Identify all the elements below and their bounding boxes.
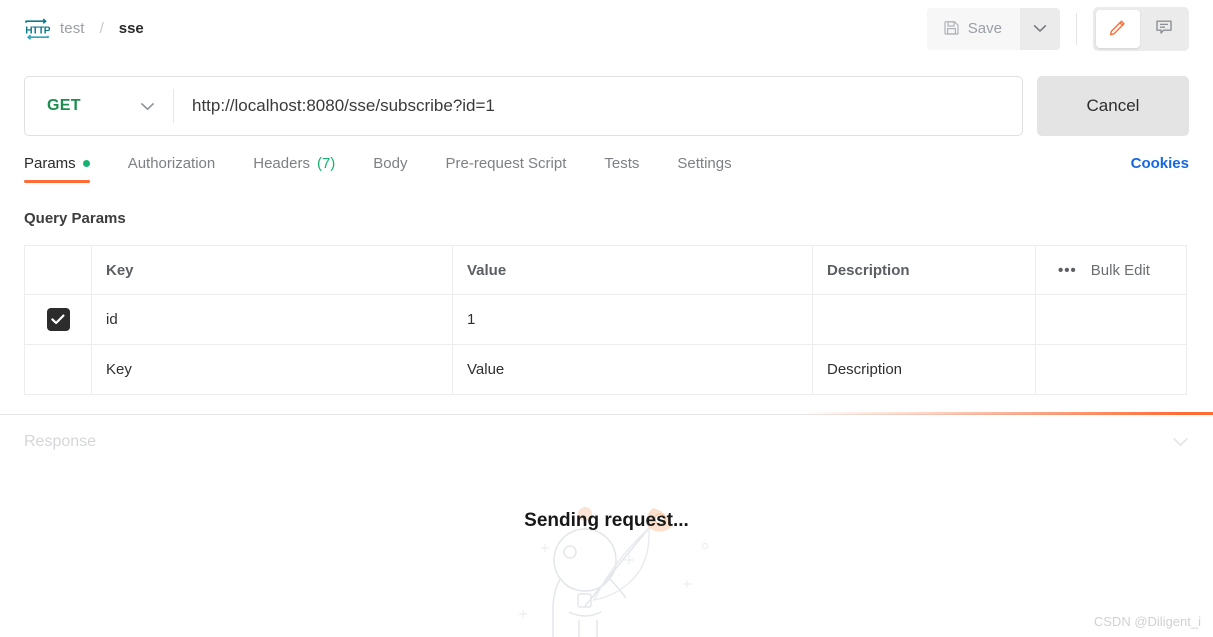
http-icon: HTTP bbox=[24, 16, 50, 42]
floppy-disk-icon bbox=[943, 19, 960, 39]
breadcrumb-collection[interactable]: test bbox=[60, 20, 85, 37]
comment-button[interactable] bbox=[1142, 10, 1186, 48]
table-header-row: Key Value Description ••• Bulk Edit bbox=[24, 245, 1187, 295]
table-row: id 1 bbox=[24, 294, 1187, 345]
tab-authorization[interactable]: Authorization bbox=[128, 155, 216, 183]
watermark: CSDN @Diligent_i bbox=[1093, 614, 1201, 629]
breadcrumb-separator: / bbox=[99, 20, 104, 37]
breadcrumb-request-name[interactable]: sse bbox=[119, 20, 144, 37]
save-button[interactable]: Save bbox=[926, 7, 1020, 50]
save-options-button[interactable] bbox=[1020, 7, 1060, 50]
row-checkbox-cell bbox=[24, 294, 92, 345]
postman-request-window: HTTP test / sse Save GET http://localhos… bbox=[0, 0, 1213, 637]
tab-body[interactable]: Body bbox=[373, 155, 407, 183]
url-input[interactable] bbox=[174, 96, 1022, 116]
header-description: Description bbox=[812, 245, 1036, 295]
breadcrumb: HTTP test / sse bbox=[0, 16, 144, 42]
request-header-bar: HTTP test / sse Save bbox=[0, 0, 1213, 57]
method-selector[interactable]: GET bbox=[25, 77, 173, 135]
query-params-title: Query Params bbox=[24, 210, 126, 227]
header-bulk-edit-cell: ••• Bulk Edit bbox=[1035, 245, 1187, 295]
tab-body-label: Body bbox=[373, 155, 408, 172]
request-loading-progress-bar bbox=[0, 412, 1213, 415]
chevron-down-icon bbox=[140, 102, 155, 111]
tab-headers[interactable]: Headers (7) bbox=[253, 155, 335, 183]
view-mode-toggle-group bbox=[1093, 6, 1189, 51]
headers-count: (7) bbox=[316, 155, 336, 172]
empty-row-key[interactable]: Key bbox=[91, 344, 453, 395]
empty-row-checkbox-cell bbox=[24, 344, 92, 395]
tab-pre-request-script-label: Pre-request Script bbox=[445, 155, 567, 172]
params-modified-dot bbox=[82, 160, 90, 167]
row-key[interactable]: id bbox=[91, 294, 453, 345]
tab-params-label: Params bbox=[24, 155, 76, 172]
header-value: Value bbox=[452, 245, 813, 295]
cancel-button[interactable]: Cancel bbox=[1037, 76, 1189, 136]
cookies-link[interactable]: Cookies bbox=[1131, 155, 1189, 183]
header-key: Key bbox=[91, 245, 453, 295]
tab-params[interactable]: Params bbox=[24, 155, 90, 183]
response-title: Response bbox=[24, 433, 97, 450]
edit-mode-button[interactable] bbox=[1096, 9, 1140, 48]
tab-tests-label: Tests bbox=[604, 155, 640, 172]
header-divider bbox=[1076, 12, 1077, 45]
header-actions: Save bbox=[926, 6, 1213, 51]
row-actions-cell bbox=[1035, 294, 1187, 345]
empty-row-description[interactable]: Description bbox=[812, 344, 1036, 395]
chevron-down-icon[interactable] bbox=[1172, 437, 1189, 447]
save-button-group: Save bbox=[926, 7, 1060, 50]
query-params-table: Key Value Description ••• Bulk Edit id 1 bbox=[24, 245, 1187, 395]
tab-settings-label: Settings bbox=[677, 155, 732, 172]
response-header: Response bbox=[0, 420, 1213, 464]
header-checkbox-cell bbox=[24, 245, 92, 295]
empty-row-actions-cell bbox=[1035, 344, 1187, 395]
row-description[interactable] bbox=[812, 294, 1036, 345]
ellipsis-icon[interactable]: ••• bbox=[1058, 263, 1077, 278]
comment-icon bbox=[1154, 17, 1174, 40]
row-value[interactable]: 1 bbox=[452, 294, 813, 345]
request-tabs: Params Authorization Headers (7) Body Pr… bbox=[24, 155, 1189, 193]
bulk-edit-control[interactable]: ••• Bulk Edit bbox=[1036, 262, 1186, 279]
chevron-down-icon bbox=[1033, 21, 1047, 36]
bulk-edit-label: Bulk Edit bbox=[1090, 261, 1150, 279]
svg-text:HTTP: HTTP bbox=[25, 25, 50, 36]
url-bar: GET bbox=[24, 76, 1023, 136]
pencil-icon bbox=[1108, 17, 1128, 40]
url-bar-row: GET Cancel bbox=[24, 76, 1189, 136]
response-body: Sending request... bbox=[0, 464, 1213, 637]
method-label: GET bbox=[47, 97, 81, 114]
tab-headers-label: Headers bbox=[253, 155, 310, 172]
tab-settings[interactable]: Settings bbox=[677, 155, 731, 183]
response-status-text: Sending request... bbox=[524, 510, 689, 531]
table-row-empty: Key Value Description bbox=[24, 344, 1187, 395]
save-button-label: Save bbox=[967, 20, 1002, 37]
tab-pre-request-script[interactable]: Pre-request Script bbox=[446, 155, 567, 183]
empty-row-value[interactable]: Value bbox=[452, 344, 813, 395]
row-checkbox[interactable] bbox=[46, 308, 70, 331]
response-placeholder: Sending request... bbox=[457, 464, 757, 637]
tab-tests[interactable]: Tests bbox=[604, 155, 639, 183]
tab-authorization-label: Authorization bbox=[127, 155, 216, 172]
